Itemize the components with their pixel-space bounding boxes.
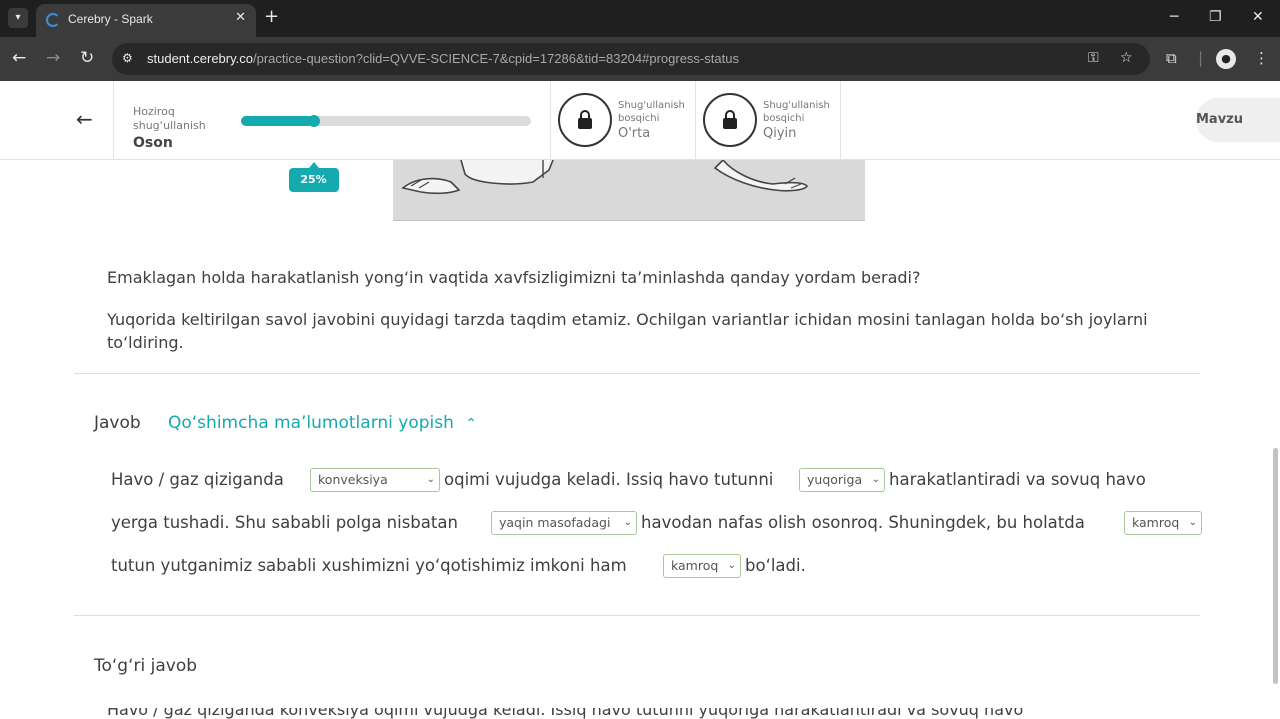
cerebry-favicon-icon [46,13,60,27]
answer-label: Javob [94,413,141,433]
chevron-down-icon: ⌄ [871,474,880,485]
chevron-down-icon: ⌄ [727,560,736,571]
level-name: O'rta [618,126,651,141]
page-scrollbar[interactable] [1273,448,1278,684]
password-key-icon[interactable]: ⚿ [1088,50,1099,66]
progress-percent-badge: 25% [288,162,339,192]
chevron-down-icon: ⌄ [426,474,435,485]
bookmark-star-icon[interactable]: ☆ [1120,50,1133,66]
progress-bar-knob [307,115,320,127]
minimize-icon[interactable]: ─ [1170,9,1178,25]
level-qiyin-panel[interactable]: Shug'ullanish bosqichi Qiyin [696,81,841,160]
lock-icon [703,93,757,147]
answer-text: harakatlantiradi va sovuq havo [889,470,1146,489]
window-close-icon[interactable]: ✕ [1252,9,1264,25]
chevron-down-icon: ⌄ [1188,517,1197,528]
forward-nav-icon[interactable]: → [46,48,60,68]
tab-title: Cerebry - Spark [68,12,153,26]
lock-icon [558,93,612,147]
progress-bar-fill [241,116,314,126]
tab-search-button[interactable]: ▾ [8,8,28,28]
level-caption: Shug'ullanish bosqichi [763,100,830,124]
url-path: /practice-question?clid=QVVE-SCIENCE-7&c… [252,51,739,66]
url-host: student.cerebry.co [147,51,253,66]
level-caption: Shug'ullanish bosqichi [618,100,685,124]
url-input[interactable]: ⚙ student.cerebry.co/practice-question?c… [112,43,1150,75]
answer-text: bo‘ladi. [745,556,806,575]
browser-menu-icon[interactable]: ⋮ [1254,49,1269,67]
new-tab-icon[interactable]: + [264,6,279,27]
chevron-down-icon: ⌄ [623,517,632,528]
blank-select-5[interactable]: kamroq ⌄ [663,554,741,578]
current-level-name: Oson [133,135,173,151]
arrow-left-icon: ← [76,107,93,131]
question-text: Emaklagan holda harakatlanish yong‘in va… [107,268,921,287]
restore-icon[interactable]: ❐ [1209,9,1222,25]
chevron-up-icon: ⌃ [465,416,478,432]
current-level-panel: Hoziroq shug‘ullanish Oson 25% [114,81,551,192]
correct-answer-label: To‘g‘ri javob [94,656,198,676]
correct-answer-text: Havo / gaz qiziganda konveksiya oqimi vu… [107,708,1024,719]
level-orta-panel[interactable]: Shug'ullanish bosqichi O'rta [551,81,696,160]
hide-details-toggle[interactable]: Qo‘shimcha ma’lumotlarni yopish ⌃ [168,413,477,433]
blank-value: yaqin masofadagi [499,515,611,530]
blank-value: yuqoriga [807,472,863,487]
section-divider [74,615,1200,616]
toolbar-divider: | [1198,49,1204,67]
topic-button[interactable]: Mavzu [1196,98,1280,142]
blank-value: konveksiya [318,472,388,487]
section-divider [74,373,1200,374]
blank-select-4[interactable]: kamroq ⌄ [1124,511,1202,535]
correct-answer-text-cut: Havo / gaz qiziganda konveksiya oqimi vu… [107,708,1107,719]
site-info-icon[interactable]: ⚙ [122,51,133,65]
question-instruction: Yuqorida keltirilgan savol javobini quyi… [107,310,1148,352]
blank-select-1[interactable]: konveksiya ⌄ [310,468,440,492]
browser-tab-bar: ▾ Cerebry - Spark ✕ + ─ ❐ ✕ [0,0,1280,37]
back-button[interactable]: ← [0,81,114,160]
current-level-caption: Hoziroq shug‘ullanish [133,105,206,132]
progress-bar: 25% [241,115,531,192]
reload-icon[interactable]: ↻ [80,48,94,68]
hide-details-label: Qo‘shimcha ma’lumotlarni yopish [168,413,454,433]
back-nav-icon[interactable]: ← [12,48,26,68]
extensions-icon[interactable]: ⧉ [1166,49,1177,67]
blank-value: kamroq [1132,515,1180,530]
question-illustration [393,160,865,221]
tab-close-icon[interactable]: ✕ [235,10,246,25]
browser-tab-active[interactable]: Cerebry - Spark ✕ [36,4,256,37]
level-name: Qiyin [763,126,797,141]
blank-select-2[interactable]: yuqoriga ⌄ [799,468,885,492]
practice-header: ← Hoziroq shug‘ullanish Oson 25% Shug'ul… [0,81,1280,192]
blank-value: kamroq [671,558,719,573]
browser-address-bar: ← → ↻ ⚙ student.cerebry.co/practice-ques… [0,37,1280,81]
blank-select-3[interactable]: yaqin masofadagi ⌄ [491,511,637,535]
url-text: student.cerebry.co/practice-question?cli… [147,51,739,66]
profile-avatar-icon[interactable]: ● [1216,49,1236,69]
